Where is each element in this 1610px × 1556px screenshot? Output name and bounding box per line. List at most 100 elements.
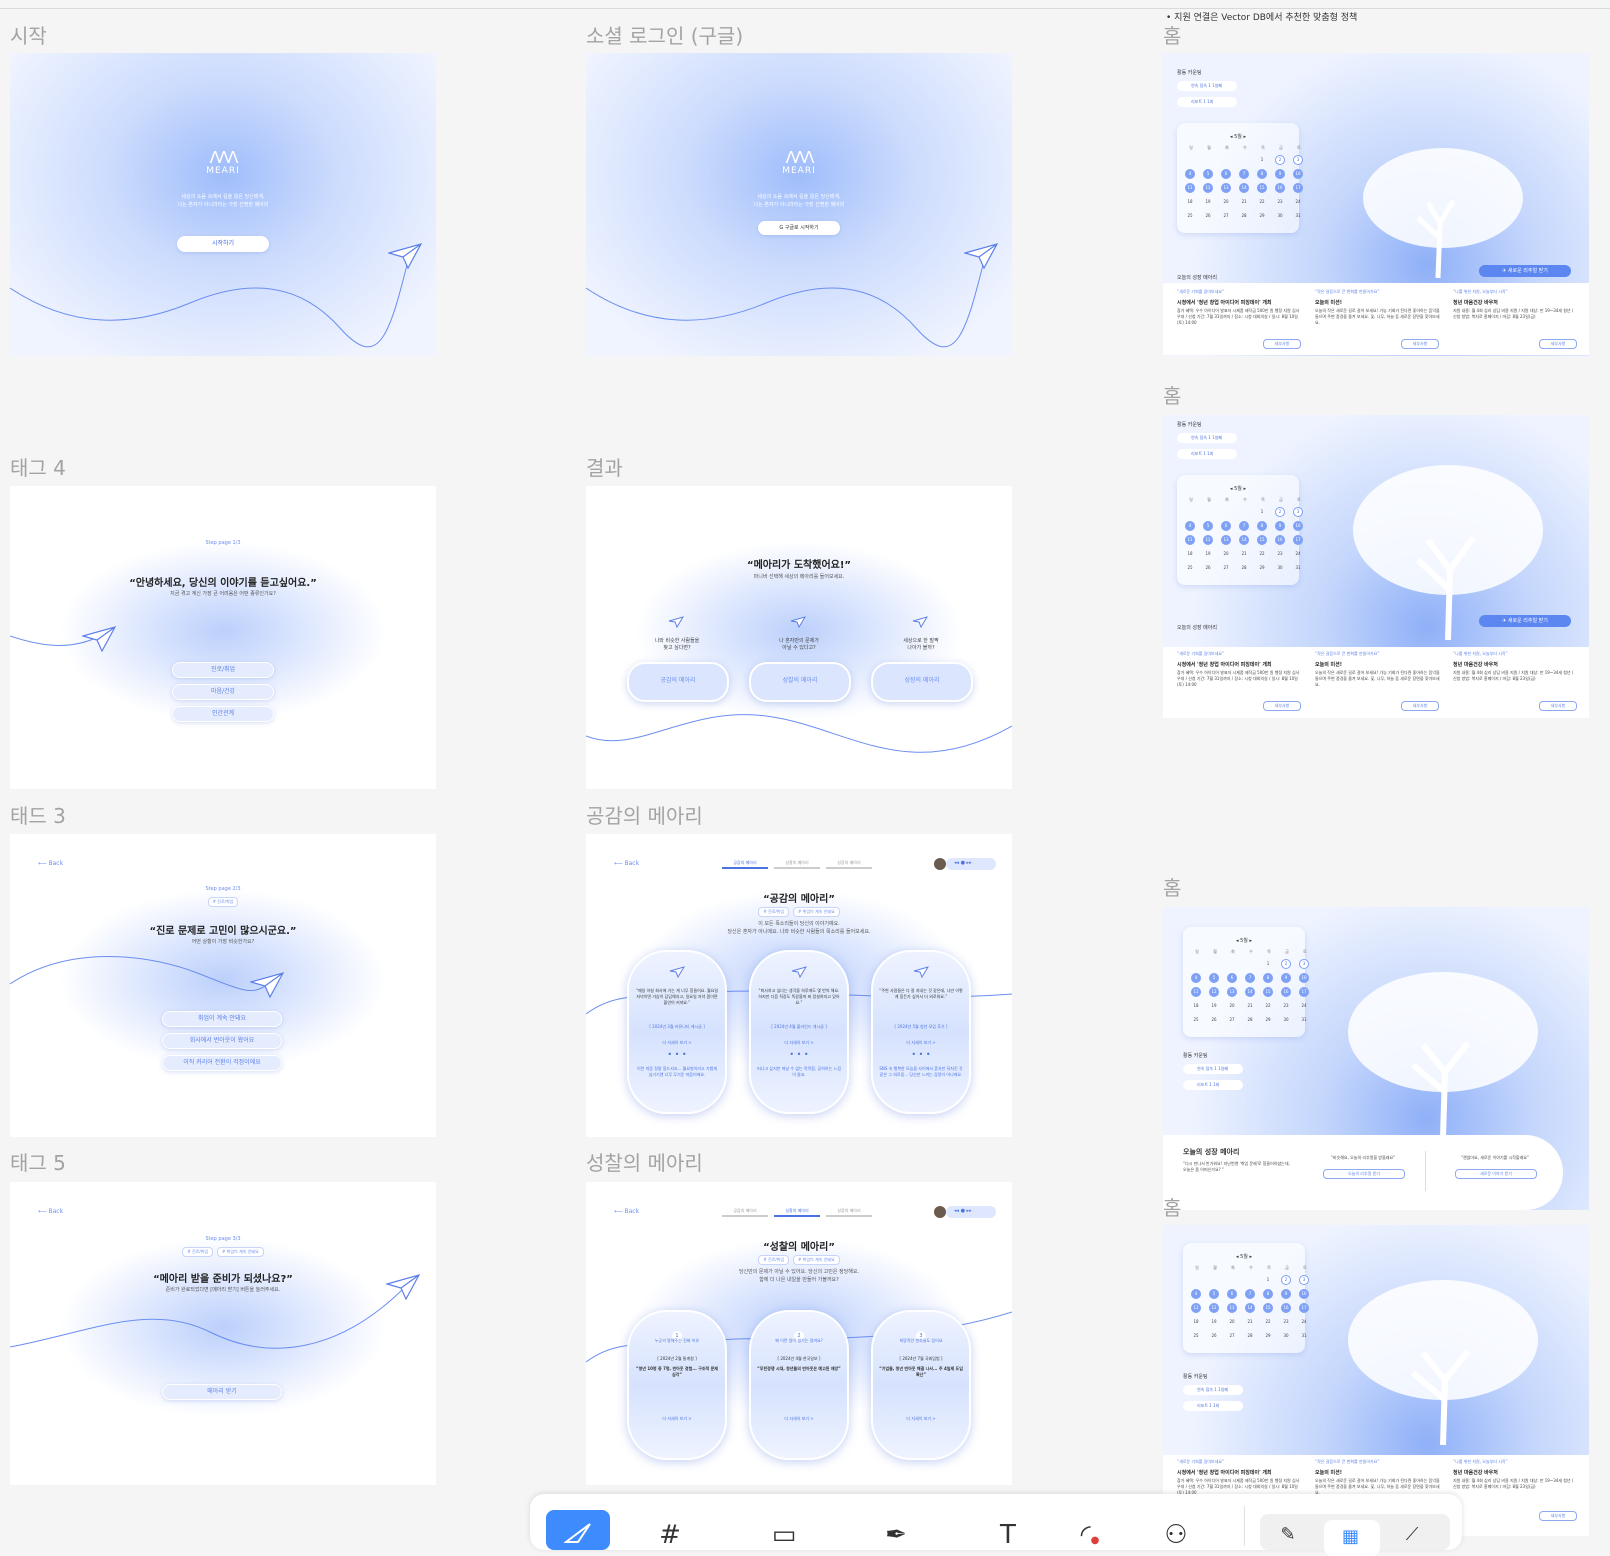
calendar-day[interactable]: 25 (1191, 1331, 1201, 1341)
calendar-day[interactable]: 9 (1281, 1289, 1291, 1299)
draw-mode-icon[interactable]: ✎ (1270, 1522, 1306, 1545)
calendar-day[interactable]: 26 (1203, 563, 1213, 573)
empathy-echo-button[interactable]: 공감의 메아리 (627, 662, 729, 702)
calendar-day[interactable]: 3 (1293, 507, 1303, 517)
growth-echo-button[interactable]: 성장의 메아리 (871, 662, 973, 702)
frame-social-login[interactable]: ᐱᐱᐱ MEARI 세상의 소음 속에서 길을 잃은 당신에게, 나는 혼자가 … (586, 53, 1012, 356)
frame-label-result[interactable]: 결과 (586, 452, 623, 481)
calendar-day[interactable]: 24 (1293, 549, 1303, 559)
calendar-day[interactable]: 30 (1275, 563, 1285, 573)
frame-label-home-2[interactable]: 홈 (1163, 380, 1181, 409)
calendar-day[interactable]: 6 (1221, 521, 1231, 531)
calendar-day[interactable]: 12 (1209, 1303, 1219, 1313)
calendar-day[interactable]: 9 (1281, 973, 1291, 983)
frame-label-home-4[interactable]: 홈 (1163, 1192, 1181, 1221)
calendar-day[interactable]: 12 (1203, 535, 1213, 545)
calendar-day[interactable]: 25 (1191, 1015, 1201, 1025)
google-login-button[interactable]: G 구글로 시작하기 (758, 221, 840, 235)
frame-empathy[interactable]: ⟵ Back 공감의 메아리 성찰의 메아리 성장의 메아리 ◂◂ ● ▸▸ “… (586, 834, 1012, 1137)
calendar-day[interactable]: 21 (1239, 197, 1249, 207)
detail-button-3[interactable]: 세부사항 (1539, 701, 1577, 711)
today-report-button[interactable]: 오늘의 리추얼 받기 (1323, 1169, 1405, 1179)
frame-label-tad3[interactable]: 태드 3 (10, 800, 66, 829)
calendar-day[interactable]: 29 (1257, 563, 1267, 573)
calendar-day[interactable]: 30 (1275, 211, 1285, 221)
calendar-day[interactable]: 2 (1275, 155, 1285, 165)
calendar-day[interactable]: 31 (1299, 1015, 1309, 1025)
calendar-day[interactable]: 26 (1209, 1331, 1219, 1341)
calendar-day[interactable]: 27 (1221, 563, 1231, 573)
calendar-day[interactable]: 15 (1257, 535, 1267, 545)
reflection-card-1[interactable]: 1 누군가 말해주는 진짜 이유 [ 2024년 2월 통계청 ] “청년 10… (627, 1310, 727, 1460)
frame-label-home-1[interactable]: 홈 (1163, 20, 1181, 49)
calendar-day[interactable]: 18 (1185, 197, 1195, 207)
calendar[interactable]: ◂ 5월 ▸ 일 월 화 수 목 금 토 1 2 3 4 5 6 7 8 9 10 11 12 13 14 15 16 17 1… (1183, 1243, 1309, 1353)
frame-home-1[interactable]: 활동 카운팅 연속 접속 1 1일째 리포트 1 1회 ◂ 5월 ▸ 일 월 화 수 목… (1163, 53, 1589, 356)
calendar-day[interactable]: 20 (1221, 549, 1231, 559)
calendar-day[interactable]: 7 (1239, 169, 1249, 179)
calendar-day[interactable]: 12 (1203, 183, 1213, 193)
calendar-day[interactable]: 1 (1257, 155, 1267, 165)
back-button[interactable]: ⟵ Back (38, 1208, 63, 1215)
back-button[interactable]: ⟵ Back (38, 860, 63, 867)
calendar-day[interactable]: 1 (1257, 507, 1267, 517)
calendar-day[interactable]: 10 (1299, 1289, 1309, 1299)
option-burnout[interactable]: 회사에서 번아웃이 왔어요 (162, 1033, 282, 1049)
calendar-day[interactable]: 24 (1299, 1001, 1309, 1011)
calendar-day[interactable]: 19 (1203, 549, 1213, 559)
avatar[interactable] (934, 858, 946, 870)
calendar-day[interactable]: 5 (1203, 169, 1213, 179)
frame-home-4[interactable]: ◂ 5월 ▸ 일 월 화 수 목 금 토 1 2 3 4 5 6 7 8 9 10 11 12 13 14 15 16 17 1… (1163, 1225, 1589, 1536)
calendar-day[interactable]: 9 (1275, 169, 1285, 179)
calendar-day[interactable]: 6 (1227, 1289, 1237, 1299)
calendar-day[interactable]: 12 (1209, 987, 1219, 997)
calendar-day[interactable]: 13 (1221, 183, 1231, 193)
calendar-day[interactable]: 5 (1203, 521, 1213, 531)
calendar-day[interactable]: 10 (1293, 521, 1303, 531)
new-report-button[interactable]: ✈ 새로운 리추얼 받기 (1479, 615, 1571, 627)
reflection-card-3[interactable]: 3 희망적인 변화들도 있어요 [ 2024년 7월 국회입법 ] “기업들, … (871, 1310, 971, 1460)
calendar-day[interactable]: 18 (1191, 1317, 1201, 1327)
card-more-link[interactable]: 더 자세히 보기 > (635, 1416, 719, 1422)
calendar-day[interactable]: 31 (1299, 1331, 1309, 1341)
calendar-day[interactable]: 19 (1209, 1001, 1219, 1011)
calendar-day[interactable]: 11 (1185, 183, 1195, 193)
calendar-day[interactable]: 2 (1281, 1275, 1291, 1285)
detail-button-2[interactable]: 세부사항 (1401, 701, 1439, 711)
calendar-day[interactable]: 1 (1263, 959, 1273, 969)
calendar-day[interactable]: 29 (1263, 1015, 1273, 1025)
calendar-day[interactable]: 31 (1293, 563, 1303, 573)
calendar-day[interactable]: 1 (1263, 1275, 1273, 1285)
calendar-day[interactable]: 4 (1185, 521, 1195, 531)
frame-label-start[interactable]: 시작 (10, 20, 47, 49)
option-relationship[interactable]: 인간관계 (172, 706, 274, 722)
tab-growth[interactable]: 성장의 메아리 (826, 1208, 872, 1217)
calendar-day[interactable]: 6 (1221, 169, 1231, 179)
back-button[interactable]: ⟵ Back (614, 1208, 639, 1215)
calendar-day[interactable]: 13 (1227, 1303, 1237, 1313)
calendar-day[interactable]: 22 (1257, 549, 1267, 559)
text-tool-icon[interactable]: T (990, 1522, 1026, 1548)
pen-tool-icon[interactable]: ✒ (878, 1522, 914, 1548)
option-career[interactable]: 진로/취업 (172, 662, 274, 678)
frame-start[interactable]: ᐱᐱᐱ MEARI 세상의 소음 속에서 길을 잃은 당신에게, 나는 혼자가 … (10, 53, 436, 356)
calendar-day[interactable]: 8 (1263, 1289, 1273, 1299)
calendar-day[interactable]: 26 (1209, 1015, 1219, 1025)
card-more-link[interactable]: 더 자세히 보기 > (757, 1416, 841, 1422)
calendar-day[interactable]: 4 (1191, 973, 1201, 983)
receive-echo-button[interactable]: 메아리 받기 (162, 1384, 282, 1400)
new-report-button[interactable]: ✈ 새로운 리추얼 받기 (1479, 265, 1571, 277)
frame-label-empathy[interactable]: 공감의 메아리 (586, 800, 703, 829)
card-more-link[interactable]: 더 자세히 보기 > (757, 1040, 841, 1046)
calendar-day[interactable]: 29 (1263, 1331, 1273, 1341)
frame-tool-icon[interactable]: # (652, 1522, 688, 1548)
frame-tag5[interactable]: ⟵ Back Step page 3/3 # 진로/취업 # 취업이 계속 안돼요… (10, 1182, 436, 1485)
calendar-day[interactable]: 25 (1185, 211, 1195, 221)
calendar-day[interactable]: 30 (1281, 1015, 1291, 1025)
dev-mode-icon[interactable]: ⟋ (1394, 1522, 1430, 1545)
calendar-day[interactable]: 3 (1293, 155, 1303, 165)
calendar-day[interactable]: 22 (1257, 197, 1267, 207)
calendar-day[interactable]: 20 (1227, 1001, 1237, 1011)
calendar-day[interactable]: 26 (1203, 211, 1213, 221)
calendar-day[interactable]: 7 (1245, 973, 1255, 983)
